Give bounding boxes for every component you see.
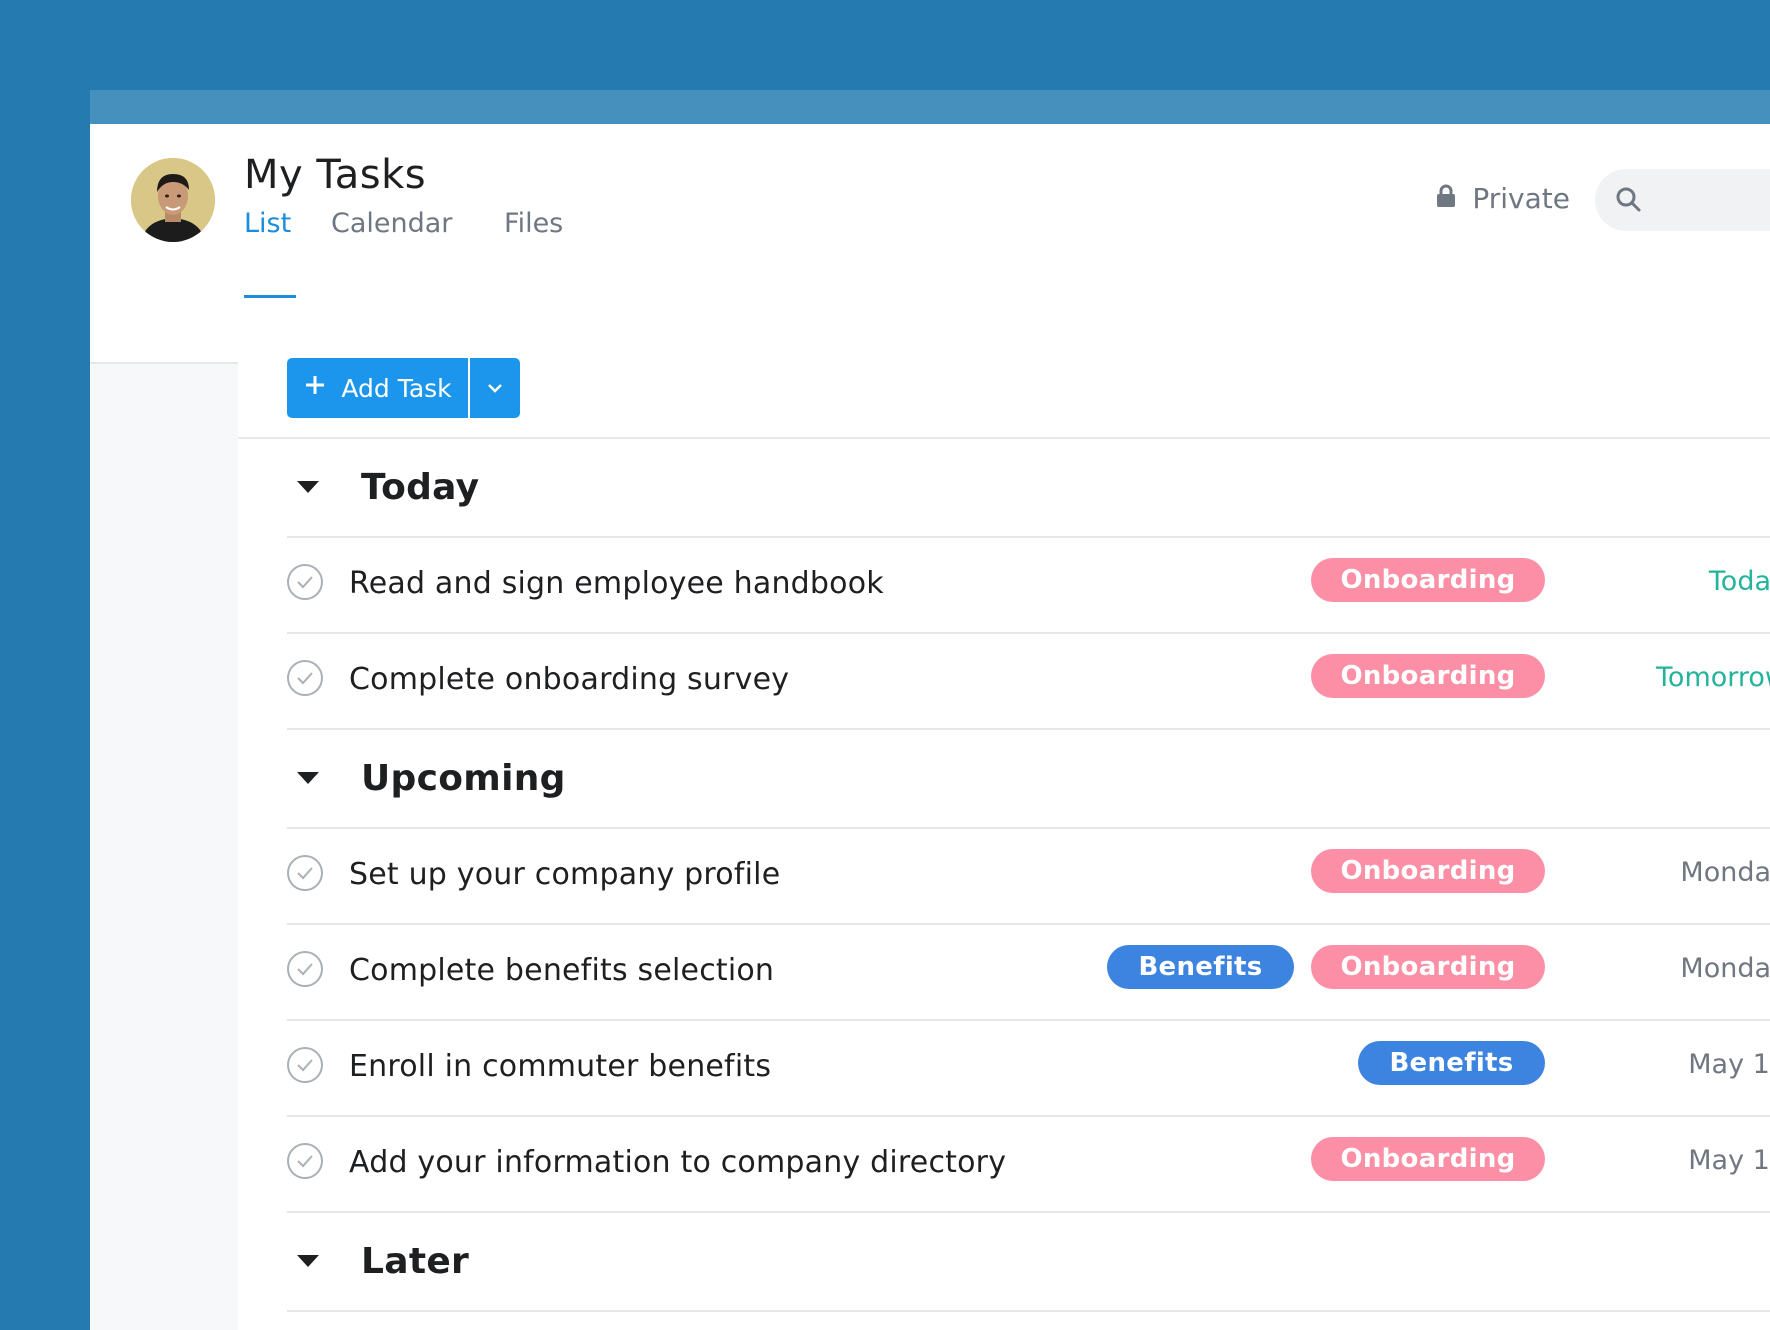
checkmark-icon xyxy=(297,672,313,685)
complete-checkbox[interactable] xyxy=(287,1143,323,1179)
task-row[interactable]: Complete onboarding survey Onboarding To… xyxy=(287,634,1770,730)
task-name: Complete benefits selection xyxy=(349,953,775,988)
task-list-panel: Add Task Today Read and sign employee ha… xyxy=(238,338,1770,1330)
caret-down-icon[interactable] xyxy=(287,480,361,495)
checkmark-icon xyxy=(297,576,313,589)
complete-checkbox[interactable] xyxy=(287,564,323,600)
chevron-down-icon xyxy=(486,379,504,398)
complete-checkbox[interactable] xyxy=(287,1047,323,1083)
page-header: My Tasks List Calendar Files Private xyxy=(90,124,1770,364)
due-date[interactable]: Monday xyxy=(1680,857,1770,888)
section-title: Upcoming xyxy=(361,758,566,799)
due-date[interactable]: Tomorrow xyxy=(1656,662,1770,693)
tag-onboarding[interactable]: Onboarding xyxy=(1311,945,1545,989)
tab-files[interactable]: Files xyxy=(504,208,563,295)
section-title: Later xyxy=(361,1241,470,1282)
add-task-split-button: Add Task xyxy=(287,358,520,418)
window-top-bar xyxy=(90,90,1770,124)
task-name: Enroll in commuter benefits xyxy=(349,1049,772,1084)
privacy-indicator[interactable]: Private xyxy=(1436,182,1570,215)
tag-onboarding[interactable]: Onboarding xyxy=(1311,849,1545,893)
due-date[interactable]: May 15 xyxy=(1688,1049,1770,1080)
due-date[interactable]: Monday xyxy=(1680,953,1770,984)
privacy-label: Private xyxy=(1472,182,1570,215)
task-name: Add your information to company director… xyxy=(349,1145,1007,1180)
page-title: My Tasks xyxy=(244,152,427,198)
tab-calendar[interactable]: Calendar xyxy=(331,208,452,295)
tag-onboarding[interactable]: Onboarding xyxy=(1311,654,1545,698)
task-name: Read and sign employee handbook xyxy=(349,566,884,601)
section-header-upcoming[interactable]: Upcoming xyxy=(287,730,1770,829)
complete-checkbox[interactable] xyxy=(287,951,323,987)
task-row[interactable]: Enroll in commuter benefits Benefits May… xyxy=(287,1021,1770,1117)
caret-down-icon[interactable] xyxy=(287,1254,361,1269)
caret-down-icon[interactable] xyxy=(287,771,361,786)
complete-checkbox[interactable] xyxy=(287,660,323,696)
tag-onboarding[interactable]: Onboarding xyxy=(1311,558,1545,602)
lock-icon xyxy=(1436,182,1456,215)
section-header-today[interactable]: Today xyxy=(287,439,1770,538)
add-task-dropdown-button[interactable] xyxy=(470,358,520,418)
search-field[interactable] xyxy=(1595,169,1770,231)
app-window: My Tasks List Calendar Files Private Add… xyxy=(90,90,1770,1330)
task-row[interactable]: Set up your company profile Onboarding M… xyxy=(287,829,1770,925)
add-task-label: Add Task xyxy=(341,373,452,403)
tag-benefits[interactable]: Benefits xyxy=(1358,1041,1545,1085)
task-row[interactable]: Add your information to company director… xyxy=(287,1117,1770,1213)
checkmark-icon xyxy=(297,867,313,880)
tag-onboarding[interactable]: Onboarding xyxy=(1311,1137,1545,1181)
task-row[interactable]: Read and sign employee handbook Onboardi… xyxy=(287,538,1770,634)
add-task-button[interactable]: Add Task xyxy=(287,358,468,418)
complete-checkbox[interactable] xyxy=(287,855,323,891)
plus-icon xyxy=(303,373,327,403)
task-name: Set up your company profile xyxy=(349,857,781,892)
checkmark-icon xyxy=(297,1059,313,1072)
task-name: Complete onboarding survey xyxy=(349,662,790,697)
task-toolbar: Add Task xyxy=(238,338,1770,439)
due-date[interactable]: May 10 xyxy=(1688,1145,1770,1176)
tab-list[interactable]: List xyxy=(244,208,296,298)
checkmark-icon xyxy=(297,963,313,976)
avatar[interactable] xyxy=(131,158,215,242)
task-row[interactable]: Complete benefits selection Benefits Onb… xyxy=(287,925,1770,1021)
checkmark-icon xyxy=(297,1155,313,1168)
section-title: Today xyxy=(361,467,480,508)
due-date[interactable]: Today xyxy=(1709,566,1770,597)
section-header-later[interactable]: Later xyxy=(287,1213,1770,1312)
tag-benefits[interactable]: Benefits xyxy=(1107,945,1294,989)
